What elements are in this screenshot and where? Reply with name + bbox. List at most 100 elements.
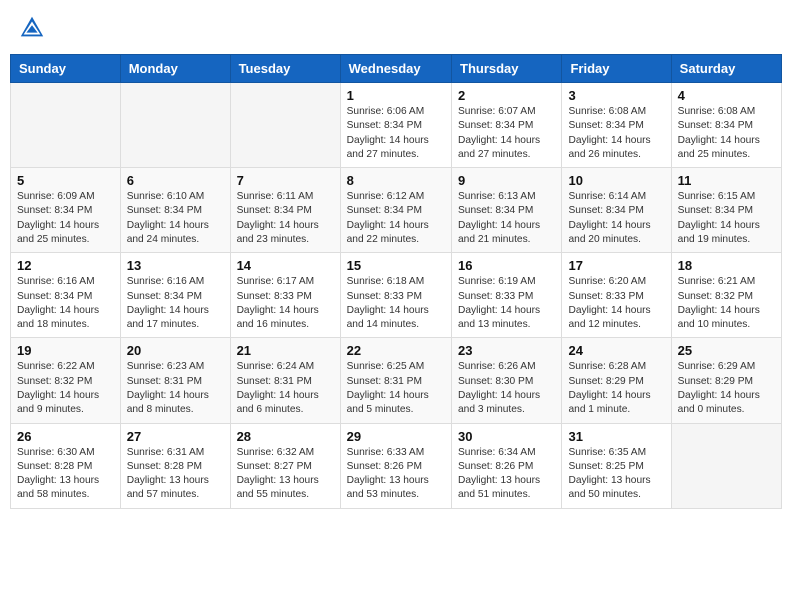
- calendar-cell: 24Sunrise: 6:28 AM Sunset: 8:29 PM Dayli…: [562, 338, 671, 423]
- calendar-cell: 21 Sunrise: 6:24 AM Sunset: 8:31 PM Dayli…: [230, 338, 340, 423]
- calendar-cell: 30 Sunrise: 6:34 AM Sunset: 8:26 PM Dayli…: [452, 423, 562, 508]
- day-number: 14: [237, 258, 334, 273]
- day-number: 20: [127, 343, 224, 358]
- calendar-cell: 25 Sunrise: 6:29 AM Sunset: 8:29 PM Dayli…: [671, 338, 781, 423]
- calendar-cell: [671, 423, 781, 508]
- calendar-cell: [11, 83, 121, 168]
- calendar-cell: 29 Sunrise: 6:33 AM Sunset: 8:26 PM Dayli…: [340, 423, 451, 508]
- day-info: Sunrise: 6:16 AM Sunset: 8:34 PM Dayligh…: [127, 275, 224, 332]
- calendar-cell: [230, 83, 340, 168]
- day-info: Sunrise: 6:24 AM Sunset: 8:31 PM Dayligh…: [237, 360, 334, 417]
- page-header: [10, 10, 782, 46]
- day-info: Sunrise: 6:33 AM Sunset: 8:26 PM Dayligh…: [347, 446, 445, 503]
- day-info: Sunrise: 6:35 AM Sunset: 8:25 PM Dayligh…: [568, 446, 664, 503]
- calendar-cell: 19 Sunrise: 6:22 AM Sunset: 8:32 PM Dayli…: [11, 338, 121, 423]
- day-info: Sunrise: 6:15 AM Sunset: 8:34 PM Dayligh…: [678, 190, 775, 247]
- day-info: Sunrise: 6:09 AM Sunset: 8:34 PM Dayligh…: [17, 190, 114, 247]
- calendar-header-row: SundayMondayTuesdayWednesdayThursdayFrid…: [11, 55, 782, 83]
- day-info: Sunrise: 6:23 AM Sunset: 8:31 PM Dayligh…: [127, 360, 224, 417]
- calendar-cell: [120, 83, 230, 168]
- calendar-cell: 20 Sunrise: 6:23 AM Sunset: 8:31 PM Dayli…: [120, 338, 230, 423]
- calendar-cell: 16Sunrise: 6:19 AM Sunset: 8:33 PM Dayli…: [452, 253, 562, 338]
- day-number: 15: [347, 258, 445, 273]
- day-number: 17: [568, 258, 664, 273]
- day-info: Sunrise: 6:10 AM Sunset: 8:34 PM Dayligh…: [127, 190, 224, 247]
- calendar-week-row: 1 Sunrise: 6:06 AM Sunset: 8:34 PM Daylig…: [11, 83, 782, 168]
- calendar-cell: 13 Sunrise: 6:16 AM Sunset: 8:34 PM Dayli…: [120, 253, 230, 338]
- day-info: Sunrise: 6:08 AM Sunset: 8:34 PM Dayligh…: [678, 105, 775, 162]
- day-info: Sunrise: 6:34 AM Sunset: 8:26 PM Dayligh…: [458, 446, 555, 503]
- day-number: 11: [678, 173, 775, 188]
- calendar-cell: 14 Sunrise: 6:17 AM Sunset: 8:33 PM Dayli…: [230, 253, 340, 338]
- day-number: 2: [458, 88, 555, 103]
- day-info: Sunrise: 6:31 AM Sunset: 8:28 PM Dayligh…: [127, 446, 224, 503]
- day-info: Sunrise: 6:16 AM Sunset: 8:34 PM Dayligh…: [17, 275, 114, 332]
- calendar-cell: 2Sunrise: 6:07 AM Sunset: 8:34 PM Daylig…: [452, 83, 562, 168]
- day-info: Sunrise: 6:26 AM Sunset: 8:30 PM Dayligh…: [458, 360, 555, 417]
- calendar-cell: 26 Sunrise: 6:30 AM Sunset: 8:28 PM Dayli…: [11, 423, 121, 508]
- calendar-cell: 31 Sunrise: 6:35 AM Sunset: 8:25 PM Dayli…: [562, 423, 671, 508]
- day-info: Sunrise: 6:25 AM Sunset: 8:31 PM Dayligh…: [347, 360, 445, 417]
- calendar-cell: 12 Sunrise: 6:16 AM Sunset: 8:34 PM Dayli…: [11, 253, 121, 338]
- day-info: Sunrise: 6:20 AM Sunset: 8:33 PM Dayligh…: [568, 275, 664, 332]
- day-number: 4: [678, 88, 775, 103]
- day-number: 29: [347, 429, 445, 444]
- day-number: 10: [568, 173, 664, 188]
- calendar-cell: 27 Sunrise: 6:31 AM Sunset: 8:28 PM Dayli…: [120, 423, 230, 508]
- day-info: Sunrise: 6:29 AM Sunset: 8:29 PM Dayligh…: [678, 360, 775, 417]
- day-info: Sunrise: 6:06 AM Sunset: 8:34 PM Dayligh…: [347, 105, 445, 162]
- column-header-friday: Friday: [562, 55, 671, 83]
- day-number: 18: [678, 258, 775, 273]
- calendar-table: SundayMondayTuesdayWednesdayThursdayFrid…: [10, 54, 782, 509]
- day-number: 21: [237, 343, 334, 358]
- calendar-cell: 15 Sunrise: 6:18 AM Sunset: 8:33 PM Dayli…: [340, 253, 451, 338]
- column-header-monday: Monday: [120, 55, 230, 83]
- day-number: 28: [237, 429, 334, 444]
- day-number: 12: [17, 258, 114, 273]
- day-info: Sunrise: 6:13 AM Sunset: 8:34 PM Dayligh…: [458, 190, 555, 247]
- calendar-cell: 8 Sunrise: 6:12 AM Sunset: 8:34 PM Daylig…: [340, 168, 451, 253]
- day-number: 19: [17, 343, 114, 358]
- day-info: Sunrise: 6:11 AM Sunset: 8:34 PM Dayligh…: [237, 190, 334, 247]
- day-info: Sunrise: 6:32 AM Sunset: 8:27 PM Dayligh…: [237, 446, 334, 503]
- day-number: 1: [347, 88, 445, 103]
- calendar-cell: 10 Sunrise: 6:14 AM Sunset: 8:34 PM Dayli…: [562, 168, 671, 253]
- day-number: 6: [127, 173, 224, 188]
- day-info: Sunrise: 6:17 AM Sunset: 8:33 PM Dayligh…: [237, 275, 334, 332]
- day-info: Sunrise: 6:12 AM Sunset: 8:34 PM Dayligh…: [347, 190, 445, 247]
- calendar-week-row: 12 Sunrise: 6:16 AM Sunset: 8:34 PM Dayli…: [11, 253, 782, 338]
- calendar-cell: 9Sunrise: 6:13 AM Sunset: 8:34 PM Daylig…: [452, 168, 562, 253]
- day-info: Sunrise: 6:21 AM Sunset: 8:32 PM Dayligh…: [678, 275, 775, 332]
- day-number: 22: [347, 343, 445, 358]
- column-header-tuesday: Tuesday: [230, 55, 340, 83]
- calendar-cell: 22 Sunrise: 6:25 AM Sunset: 8:31 PM Dayli…: [340, 338, 451, 423]
- day-number: 5: [17, 173, 114, 188]
- calendar-cell: 7 Sunrise: 6:11 AM Sunset: 8:34 PM Daylig…: [230, 168, 340, 253]
- calendar-week-row: 5 Sunrise: 6:09 AM Sunset: 8:34 PM Daylig…: [11, 168, 782, 253]
- day-number: 7: [237, 173, 334, 188]
- calendar-cell: 4 Sunrise: 6:08 AM Sunset: 8:34 PM Daylig…: [671, 83, 781, 168]
- day-info: Sunrise: 6:22 AM Sunset: 8:32 PM Dayligh…: [17, 360, 114, 417]
- calendar-week-row: 26 Sunrise: 6:30 AM Sunset: 8:28 PM Dayli…: [11, 423, 782, 508]
- column-header-sunday: Sunday: [11, 55, 121, 83]
- day-number: 27: [127, 429, 224, 444]
- day-number: 26: [17, 429, 114, 444]
- day-info: Sunrise: 6:08 AM Sunset: 8:34 PM Dayligh…: [568, 105, 664, 162]
- day-number: 30: [458, 429, 555, 444]
- calendar-cell: 6 Sunrise: 6:10 AM Sunset: 8:34 PM Daylig…: [120, 168, 230, 253]
- day-info: Sunrise: 6:14 AM Sunset: 8:34 PM Dayligh…: [568, 190, 664, 247]
- day-number: 25: [678, 343, 775, 358]
- logo-icon: [18, 14, 46, 42]
- day-info: Sunrise: 6:30 AM Sunset: 8:28 PM Dayligh…: [17, 446, 114, 503]
- column-header-thursday: Thursday: [452, 55, 562, 83]
- day-number: 31: [568, 429, 664, 444]
- column-header-wednesday: Wednesday: [340, 55, 451, 83]
- calendar-cell: 18 Sunrise: 6:21 AM Sunset: 8:32 PM Dayli…: [671, 253, 781, 338]
- calendar-cell: 3Sunrise: 6:08 AM Sunset: 8:34 PM Daylig…: [562, 83, 671, 168]
- day-number: 13: [127, 258, 224, 273]
- column-header-saturday: Saturday: [671, 55, 781, 83]
- day-info: Sunrise: 6:18 AM Sunset: 8:33 PM Dayligh…: [347, 275, 445, 332]
- day-number: 23: [458, 343, 555, 358]
- day-number: 8: [347, 173, 445, 188]
- calendar-cell: 5 Sunrise: 6:09 AM Sunset: 8:34 PM Daylig…: [11, 168, 121, 253]
